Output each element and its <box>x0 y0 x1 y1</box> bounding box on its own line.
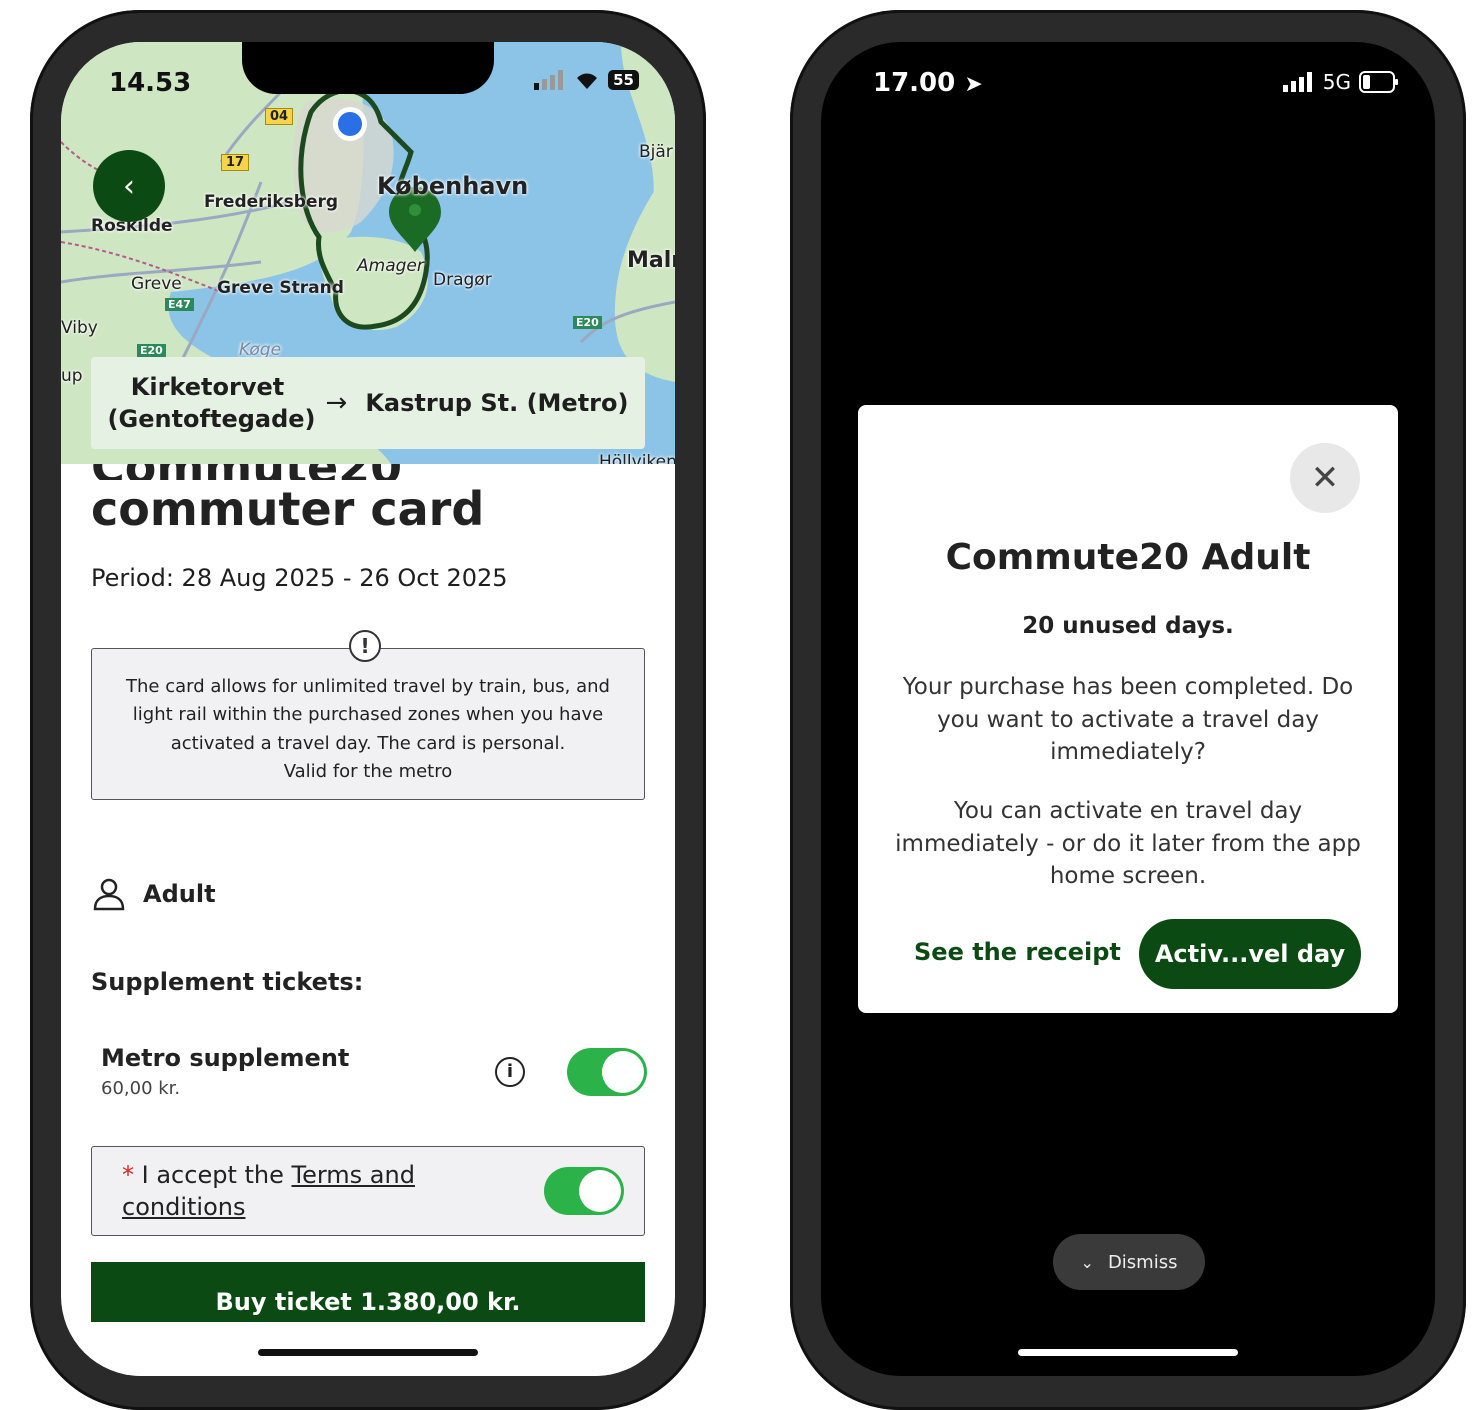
cellular-signal-icon <box>534 70 564 90</box>
dialog-paragraph-2: You can activate en travel day immediate… <box>895 798 1361 890</box>
map-label-amager: Amager <box>357 256 424 276</box>
map-label-viby: Viby <box>61 318 98 338</box>
home-indicator[interactable] <box>1018 1349 1238 1356</box>
notch <box>1002 42 1254 94</box>
map-label-dragor: Dragør <box>433 270 492 290</box>
terms-prefix: I accept the <box>141 1161 292 1189</box>
dismiss-label: Dismiss <box>1107 1251 1178 1273</box>
supplement-heading: Supplement tickets: <box>91 968 364 996</box>
close-icon: ✕ <box>1310 458 1340 498</box>
traveller-label: Adult <box>143 880 216 908</box>
road-sign-e20-west: E20 <box>137 344 166 357</box>
status-icons: 5G <box>1282 70 1399 94</box>
see-receipt-button[interactable]: See the receipt <box>914 938 1121 966</box>
network-type: 5G <box>1322 70 1351 94</box>
battery-icon: 55 <box>608 70 639 90</box>
notch <box>242 42 494 94</box>
map-label-copenhagen: København <box>377 172 529 200</box>
alert-icon: ! <box>349 630 381 662</box>
period-text: Period: 28 Aug 2025 - 26 Oct 2025 <box>91 564 508 592</box>
toggle-knob <box>579 1170 621 1212</box>
activate-travel-day-button[interactable]: Activ...vel day <box>1139 919 1361 989</box>
status-time-text: 17.00 <box>873 68 956 98</box>
location-arrow-icon: ➤ <box>964 72 983 97</box>
route-to: Kastrup St. (Metro) <box>365 389 629 417</box>
map-label-bjarred: Bjär <box>639 142 673 162</box>
dialog-title: Commute20 Adult <box>945 537 1311 578</box>
route-map[interactable]: København Frederiksberg Roskilde Amager … <box>61 42 675 464</box>
terms-text: * I accept the Terms and conditions <box>122 1159 442 1224</box>
map-label-malmo: Malr <box>627 248 675 273</box>
chevron-down-icon: ⌄ <box>1080 1252 1094 1272</box>
person-icon <box>93 878 125 911</box>
back-button[interactable]: ‹ <box>93 150 165 222</box>
road-sign-17: 17 <box>221 154 250 171</box>
status-time: 14.53 <box>109 68 192 98</box>
chevron-left-icon: ‹ <box>123 168 135 204</box>
close-button[interactable]: ✕ <box>1290 443 1360 513</box>
wifi-icon <box>577 73 598 89</box>
arrow-right-icon: → <box>325 388 348 418</box>
terms-box: * I accept the Terms and conditions <box>91 1146 645 1236</box>
activation-dialog: ✕ Commute20 Adult 20 unused days. Your p… <box>858 405 1398 1013</box>
toggle-knob <box>602 1051 644 1093</box>
info-text: The card allows for unlimited travel by … <box>126 676 610 754</box>
info-icon[interactable]: i <box>495 1057 525 1087</box>
map-label-greve-strand: Greve Strand <box>217 278 344 298</box>
metro-supplement-toggle[interactable] <box>567 1048 647 1096</box>
road-sign-04: 04 <box>265 108 294 125</box>
screen-confirmation: 17.00 ➤ 5G ✕ Commute20 Adult 20 unused d… <box>821 42 1435 1376</box>
route-from: Kirketorvet (Gentoftegade) <box>107 372 316 433</box>
dialog-paragraph-1: Your purchase has been completed. Do you… <box>902 674 1354 766</box>
road-sign-e20: E20 <box>573 316 602 329</box>
map-label-up: up <box>61 366 83 386</box>
status-icons: 55 <box>534 70 639 90</box>
status-time: 17.00 ➤ <box>873 68 983 98</box>
page-title: commuter card <box>91 482 485 536</box>
route-summary: Kirketorvet (Gentoftegade) → Kastrup St.… <box>91 357 645 449</box>
dismiss-button[interactable]: ⌄ Dismiss <box>1053 1234 1205 1290</box>
screen-purchase: København Frederiksberg Roskilde Amager … <box>61 42 675 1376</box>
required-mark: * <box>122 1161 134 1189</box>
map-label-frederiksberg: Frederiksberg <box>204 192 339 212</box>
supplement-price: 60,00 kr. <box>101 1078 181 1099</box>
dialog-subtitle: 20 unused days. <box>1022 613 1234 639</box>
supplement-name: Metro supplement <box>101 1044 350 1072</box>
road-sign-e47: E47 <box>165 298 194 311</box>
traveller-row: Adult <box>91 876 216 912</box>
map-label-hollviken: Höllviken <box>599 452 675 464</box>
battery-icon <box>1359 71 1398 93</box>
cellular-signal-icon <box>1282 72 1312 92</box>
info-text-metro: Valid for the metro <box>283 761 453 783</box>
map-label-greve: Greve <box>131 274 182 294</box>
info-box: The card allows for unlimited travel by … <box>91 648 645 800</box>
accept-terms-toggle[interactable] <box>544 1167 624 1215</box>
home-indicator[interactable] <box>258 1349 478 1356</box>
